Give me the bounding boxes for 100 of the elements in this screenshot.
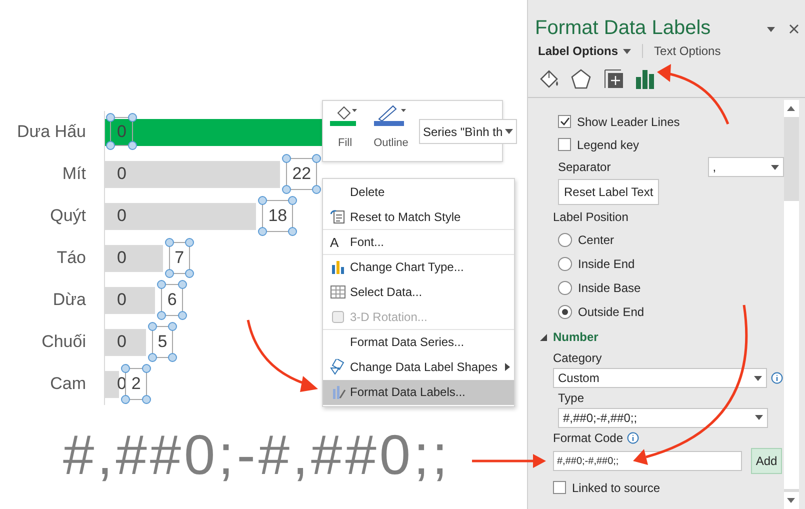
dropdown-caret-icon (504, 129, 513, 134)
selection-handle[interactable] (106, 141, 115, 150)
scroll-down-icon[interactable] (787, 498, 796, 503)
reset-style-icon (330, 209, 346, 225)
field-label: Separator (558, 160, 611, 174)
checkbox[interactable] (558, 115, 571, 128)
radio-button[interactable] (558, 233, 572, 247)
category-label: Chuối (40, 331, 87, 353)
category-label: Táo (56, 247, 87, 269)
category-label: Quýt (49, 205, 87, 227)
selection-handle[interactable] (258, 227, 268, 236)
dropdown-caret-icon (770, 164, 779, 170)
dropdown-caret-icon (755, 415, 763, 420)
selection-handle[interactable] (312, 185, 322, 194)
icon-tab[interactable] (634, 68, 656, 90)
icon-tab[interactable] (570, 68, 592, 90)
selection-handle[interactable] (121, 364, 130, 373)
tab[interactable]: Label Options (538, 44, 618, 58)
selection-handle[interactable] (312, 154, 322, 163)
radio-label: Inside End (578, 257, 635, 271)
field-label: Type (558, 391, 584, 405)
selection-handle[interactable] (121, 395, 130, 404)
field-label: Format Code (553, 431, 624, 445)
scrollbar-thumb[interactable] (784, 201, 799, 489)
collapse-triangle-icon[interactable] (540, 334, 547, 340)
menu-item[interactable]: A Font... (323, 230, 514, 255)
size-properties-icon (602, 68, 624, 90)
pane-title: Format Data Labels (535, 17, 711, 40)
checkbox-label: Legend key (577, 138, 640, 152)
menu-item[interactable]: Format Data Labels... (323, 380, 514, 405)
checkbox[interactable] (553, 481, 566, 494)
font-icon: A (330, 234, 339, 250)
menu-item[interactable]: Delete (323, 180, 514, 205)
menu-item[interactable]: Change Chart Type... (323, 255, 514, 280)
info-icon (771, 372, 783, 384)
data-label[interactable]: 0 (110, 327, 134, 356)
radio-label: Center (578, 233, 614, 247)
checkbox-label: Show Leader Lines (577, 114, 680, 128)
pane-options-icon (767, 26, 775, 32)
tab-caret-icon (623, 48, 632, 54)
scrollbar[interactable] (784, 100, 799, 509)
category-label: Dừa (52, 289, 87, 311)
format-code-text: #,##0;-#,##0;; (63, 423, 451, 487)
menu-item[interactable]: Select Data... (323, 280, 514, 305)
bar-chart-icon (634, 68, 656, 90)
table-icon (330, 284, 346, 300)
selection-handle[interactable] (128, 113, 138, 122)
selection-handle[interactable] (282, 154, 292, 163)
menu-item[interactable]: Reset to Match Style (323, 205, 514, 230)
series-select[interactable]: Series "Bình th (419, 119, 517, 144)
data-label[interactable]: 0 (110, 285, 134, 314)
icon-tab[interactable] (602, 68, 624, 90)
reset-label-text-button[interactable]: Reset Label Text (558, 178, 660, 204)
selection-handle[interactable] (288, 227, 298, 236)
close-icon[interactable] (789, 24, 799, 34)
chart-labels-icon (330, 384, 346, 400)
data-label[interactable]: 0 (110, 159, 134, 188)
tab[interactable]: Text Options (654, 44, 721, 58)
radio-button[interactable] (558, 281, 572, 295)
cube-icon (330, 309, 346, 325)
separator-dropdown[interactable]: , (708, 157, 784, 177)
selection-handle[interactable] (128, 141, 138, 150)
fill-button[interactable]: Fill (327, 104, 363, 149)
checkbox[interactable] (558, 138, 571, 151)
data-label[interactable]: 0 (110, 243, 134, 272)
outline-button[interactable]: Outline (371, 104, 411, 149)
bar-chart-icon (330, 259, 346, 275)
type-dropdown[interactable]: #,##0;-#,##0;; (558, 408, 768, 428)
checkbox-label: Linked to source (572, 480, 660, 494)
category-label: Mít (61, 163, 87, 185)
pentagon-icon (570, 68, 592, 90)
submenu-arrow-icon (505, 363, 510, 371)
paint-bucket-icon (538, 68, 560, 90)
info-icon (627, 432, 640, 444)
radio-label: Inside Base (578, 281, 641, 295)
section-label: Label Position (553, 210, 628, 224)
category-label: Dưa Hấu (16, 121, 87, 143)
selection-handle[interactable] (164, 238, 174, 247)
radio-button[interactable] (558, 257, 572, 271)
pen-icon (373, 104, 409, 128)
dropdown-caret-icon (754, 376, 762, 380)
menu-item[interactable]: Format Data Series... (323, 330, 514, 355)
radio-button[interactable] (558, 305, 572, 319)
radio-label: Outside End (578, 305, 644, 319)
scroll-up-icon[interactable] (787, 106, 796, 111)
selection-handle[interactable] (142, 395, 151, 404)
add-button[interactable]: Add (751, 448, 782, 474)
selection-handle[interactable] (258, 196, 268, 205)
section-title: Number (553, 330, 598, 344)
category-dropdown[interactable]: Custom (553, 368, 767, 388)
format-code-field[interactable]: #,##0;-#,##0;; (553, 451, 742, 471)
field-label: Category (553, 351, 602, 365)
selection-handle[interactable] (168, 353, 178, 362)
selection-handle[interactable] (106, 113, 115, 122)
data-label[interactable]: 0 (110, 201, 134, 230)
selection-handle[interactable] (185, 238, 194, 247)
icon-tab[interactable] (538, 68, 560, 90)
category-label: Cam (49, 373, 87, 395)
menu-item[interactable]: Change Data Label Shapes (323, 355, 514, 380)
shapes-icon (330, 359, 346, 375)
